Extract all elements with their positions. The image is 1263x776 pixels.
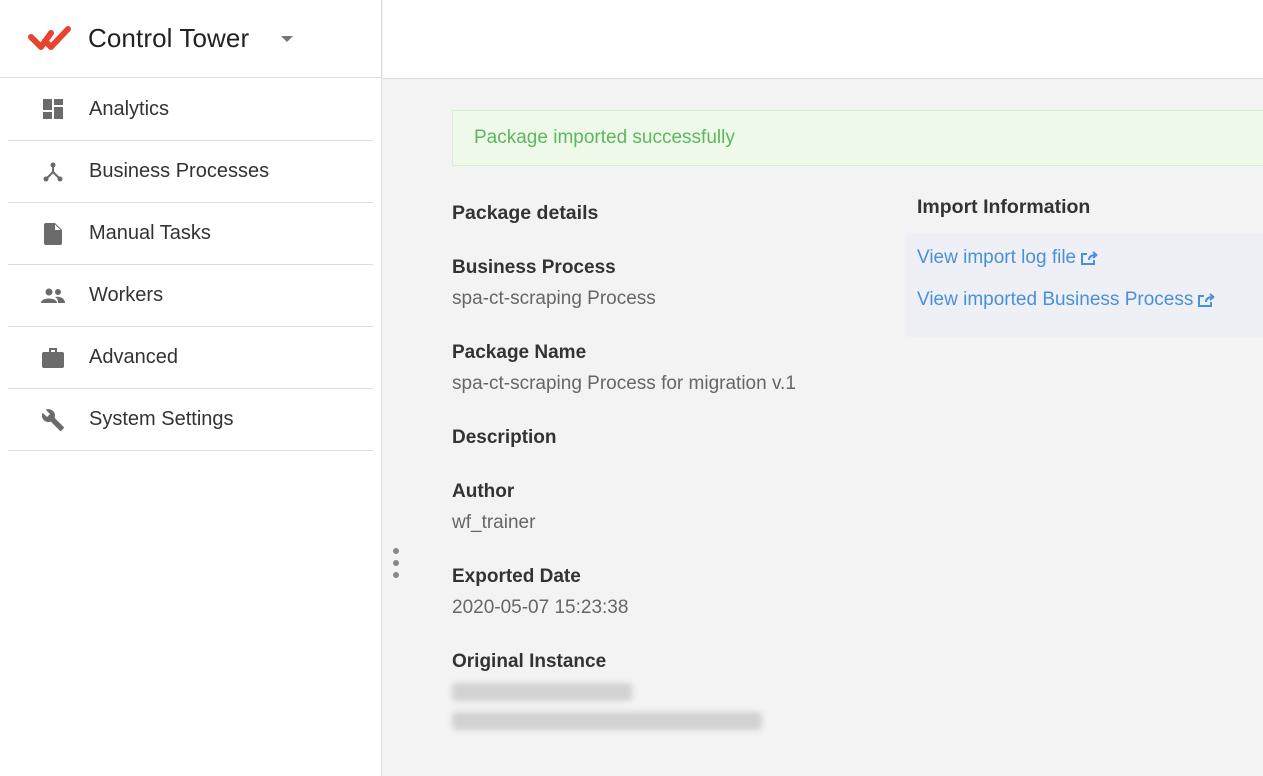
import-links-box: View import log file View imported Busin… (905, 233, 1263, 337)
link-label: View import log file (917, 247, 1077, 268)
main-content: Package imported successfully Package de… (452, 110, 1263, 735)
sidebar-item-advanced[interactable]: Advanced (8, 327, 373, 389)
app-title: Control Tower (88, 23, 250, 53)
redacted-instance-version (452, 712, 762, 730)
dashboard-icon (41, 97, 65, 121)
sidebar-item-workers[interactable]: Workers (8, 265, 373, 327)
app-switcher-chevron-down-icon[interactable] (281, 35, 294, 42)
field-value: wf_trainer (452, 512, 536, 533)
author-field: Author wf_trainer (452, 481, 917, 534)
external-link-icon (1198, 292, 1215, 308)
business-process-field: Business Process spa-ct-scraping Process (452, 257, 917, 310)
import-information-title: Import Information (917, 196, 1091, 218)
top-bar (383, 0, 1263, 79)
sidebar-item-label: Manual Tasks (89, 222, 211, 244)
package-details-title: Package details (452, 202, 599, 224)
package-details-section: Package details Business Process spa-ct-… (452, 202, 917, 735)
package-name-field: Package Name spa-ct-scraping Process for… (452, 342, 917, 395)
document-icon (41, 222, 65, 246)
exported-date-field: Exported Date 2020-05-07 15:23:38 (452, 566, 917, 619)
drag-dot-icon (393, 572, 399, 578)
sidebar-item-business-processes[interactable]: Business Processes (8, 141, 373, 203)
field-label: Description (452, 427, 557, 448)
field-label: Exported Date (452, 566, 581, 587)
sidebar-item-label: System Settings (89, 408, 234, 430)
link-label: View imported Business Process (917, 289, 1194, 310)
view-imported-business-process-link[interactable]: View imported Business Process (917, 289, 1251, 311)
drag-dot-icon (393, 560, 399, 566)
process-icon (41, 160, 65, 184)
field-label: Author (452, 481, 515, 502)
field-value: spa-ct-scraping Process for migration v.… (452, 373, 796, 394)
view-import-log-link[interactable]: View import log file (917, 247, 1251, 269)
panel-resize-handle[interactable] (392, 548, 400, 578)
description-field: Description (452, 427, 917, 449)
external-link-icon (1081, 250, 1098, 266)
success-alert: Package imported successfully (452, 110, 1263, 166)
sidebar-item-manual-tasks[interactable]: Manual Tasks (8, 203, 373, 265)
field-value: 2020-05-07 15:23:38 (452, 597, 629, 618)
sidebar-item-label: Workers (89, 284, 164, 306)
field-label: Package Name (452, 342, 587, 363)
redacted-instance-host (452, 683, 632, 701)
brand-logo-icon (28, 24, 78, 54)
app-header: Control Tower (0, 0, 381, 78)
sidebar-item-label: Business Processes (89, 160, 270, 182)
sidebar-item-system-settings[interactable]: System Settings (8, 389, 373, 451)
sidebar-item-analytics[interactable]: Analytics (8, 78, 373, 141)
drag-dot-icon (393, 548, 399, 554)
wrench-icon (41, 408, 65, 432)
sidebar-nav: Analytics Business Processes Manual Task… (0, 78, 381, 451)
sidebar-item-label: Advanced (89, 346, 178, 368)
field-value: spa-ct-scraping Process (452, 288, 656, 309)
success-message: Package imported successfully (474, 127, 735, 148)
sidebar: Control Tower Analytics Business Process… (0, 0, 382, 776)
briefcase-icon (41, 346, 65, 370)
field-label: Business Process (452, 257, 616, 278)
sidebar-item-label: Analytics (89, 97, 170, 120)
field-label: Original Instance (452, 651, 607, 672)
import-information-section: Import Information View import log file … (905, 196, 1263, 735)
people-icon (41, 284, 65, 308)
original-instance-field: Original Instance (452, 651, 917, 735)
